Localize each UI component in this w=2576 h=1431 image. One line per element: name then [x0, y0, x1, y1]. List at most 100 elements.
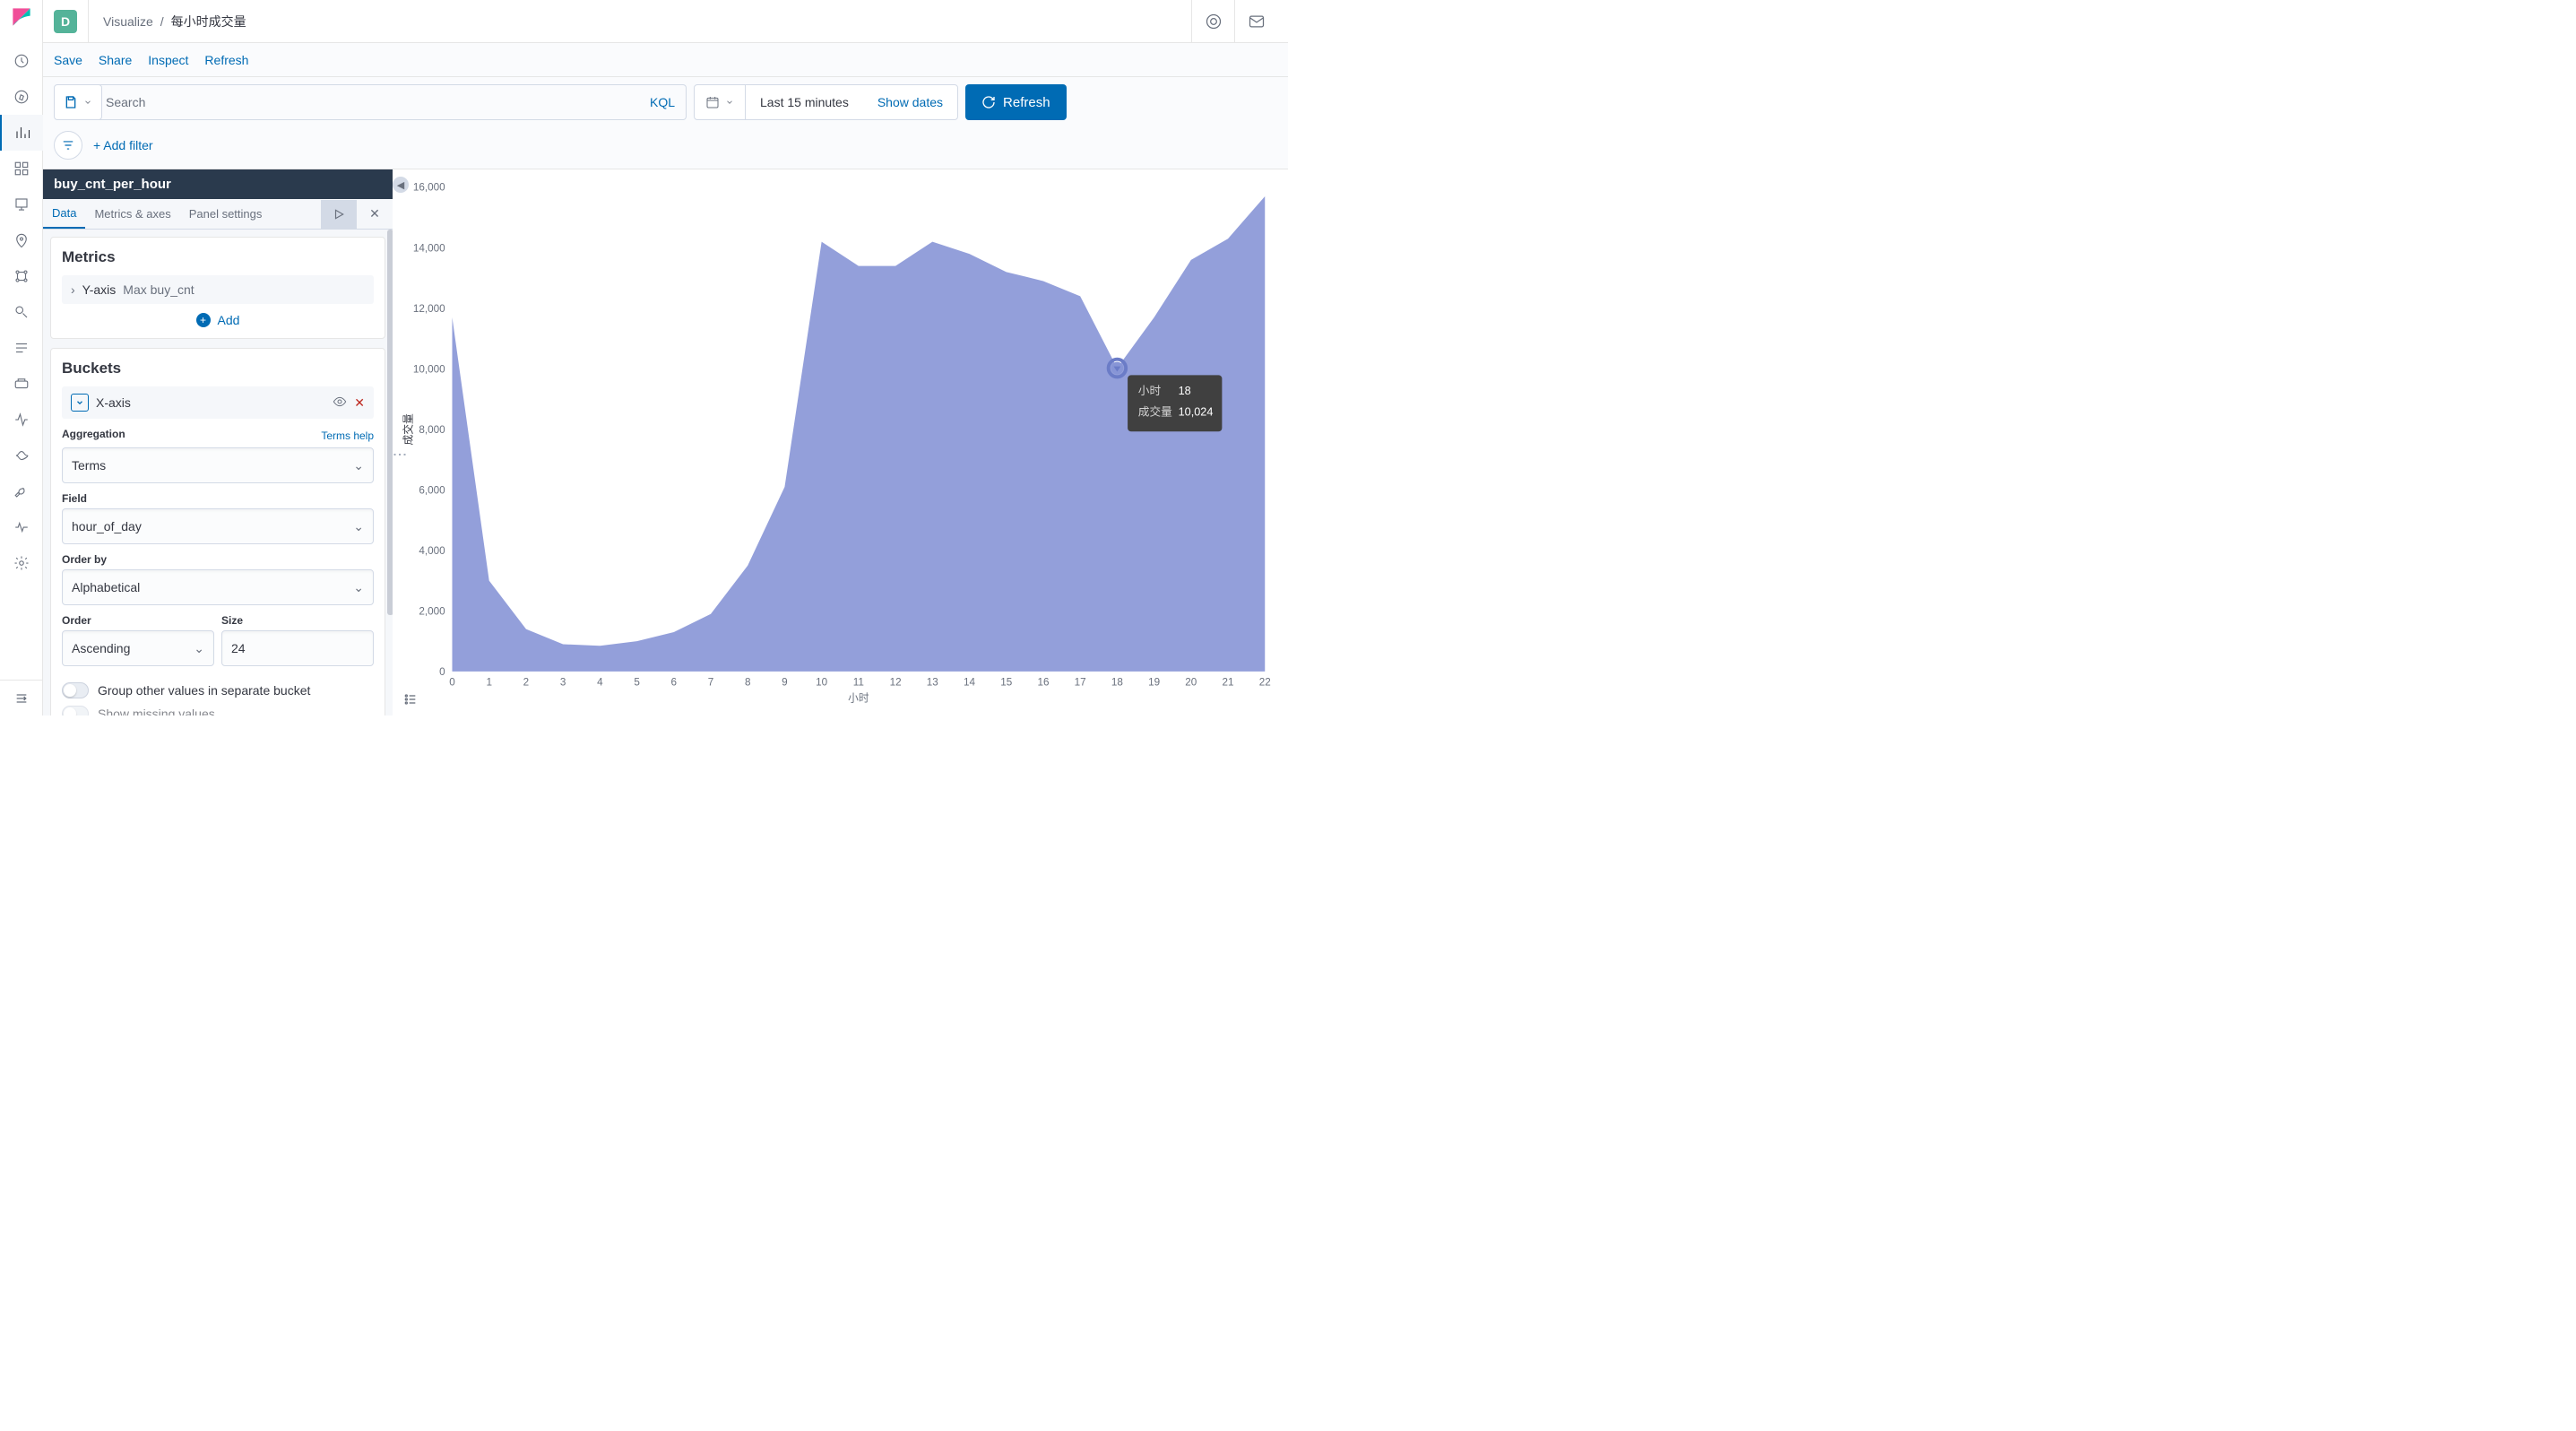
add-filter-button[interactable]: + Add filter	[93, 138, 153, 152]
query-bar: Search KQL Last 15 minutes Show dates Re…	[43, 77, 1288, 127]
aggregation-label: Aggregation	[62, 428, 125, 440]
delete-bucket-icon[interactable]: ✕	[354, 395, 365, 411]
nav-maps-icon[interactable]	[0, 222, 43, 258]
discard-changes-icon[interactable]: ✕	[357, 200, 393, 229]
toggle-icon	[62, 706, 89, 716]
group-other-toggle[interactable]: Group other values in separate bucket	[62, 682, 374, 698]
chevron-down-icon: ⌄	[353, 458, 364, 473]
add-metric-label: Add	[218, 313, 240, 327]
kibana-logo[interactable]	[12, 7, 31, 27]
size-input[interactable]: 24	[221, 630, 374, 666]
share-button[interactable]: Share	[99, 53, 132, 67]
field-select[interactable]: hour_of_day ⌄	[62, 508, 374, 544]
date-quick-button[interactable]	[695, 85, 746, 119]
svg-text:20: 20	[1185, 677, 1197, 689]
svg-text:10,024: 10,024	[1179, 405, 1214, 419]
legend-toggle-icon[interactable]	[400, 689, 421, 710]
svg-text:5: 5	[634, 677, 640, 689]
nav-devtools-icon[interactable]	[0, 473, 43, 509]
show-dates-button[interactable]: Show dates	[863, 95, 957, 109]
metric-agg-value: Max buy_cnt	[123, 282, 194, 297]
index-pattern-header[interactable]: buy_cnt_per_hour	[43, 169, 393, 199]
search-input[interactable]: Search KQL	[95, 84, 687, 120]
svg-text:18: 18	[1179, 384, 1191, 397]
nav-infra-icon[interactable]	[0, 294, 43, 330]
save-button[interactable]: Save	[54, 53, 82, 67]
show-missing-toggle[interactable]: Show missing values	[62, 706, 374, 716]
nav-ml-icon[interactable]	[0, 258, 43, 294]
aggregation-value: Terms	[72, 458, 106, 473]
collapse-nav-icon[interactable]	[0, 680, 43, 716]
index-pattern-label: buy_cnt_per_hour	[54, 177, 171, 192]
chevron-down-icon: ⌄	[194, 641, 204, 656]
svg-text:4,000: 4,000	[419, 545, 445, 557]
breadcrumb-current: 每小时成交量	[171, 13, 246, 30]
side-nav	[0, 0, 43, 716]
nav-dashboard-icon[interactable]	[0, 151, 43, 186]
breadcrumb-app[interactable]: Visualize	[103, 14, 153, 29]
chevron-right-icon: ›	[71, 282, 75, 297]
newsfeed-icon[interactable]	[1234, 0, 1277, 43]
nav-management-icon[interactable]	[0, 545, 43, 581]
plus-circle-icon: +	[196, 313, 211, 327]
svg-text:8: 8	[745, 677, 751, 689]
terms-help-link[interactable]: Terms help	[321, 429, 374, 442]
add-metric-button[interactable]: + Add	[62, 313, 374, 327]
bucket-xaxis-row[interactable]: X-axis ✕	[62, 386, 374, 419]
refresh-link[interactable]: Refresh	[204, 53, 248, 67]
area-chart[interactable]: 02,0004,0006,0008,00010,00012,00014,0001…	[400, 178, 1274, 716]
topbar: D Visualize / 每小时成交量	[43, 0, 1288, 43]
svg-text:16: 16	[1037, 677, 1049, 689]
tab-metrics-axes[interactable]: Metrics & axes	[85, 200, 179, 228]
inspect-button[interactable]: Inspect	[148, 53, 188, 67]
metric-yaxis-row[interactable]: › Y-axis Max buy_cnt	[62, 275, 374, 304]
help-icon[interactable]	[1191, 0, 1234, 43]
orderby-value: Alphabetical	[72, 580, 140, 594]
toggle-icon	[62, 682, 89, 698]
date-range-text[interactable]: Last 15 minutes	[746, 95, 863, 109]
svg-text:21: 21	[1223, 677, 1234, 689]
svg-text:6: 6	[671, 677, 678, 689]
svg-text:12,000: 12,000	[413, 303, 445, 315]
search-placeholder: Search	[106, 95, 145, 109]
kql-toggle[interactable]: KQL	[650, 95, 675, 109]
tab-panel-settings[interactable]: Panel settings	[180, 200, 272, 228]
order-value: Ascending	[72, 641, 130, 655]
size-value: 24	[231, 641, 246, 655]
nav-monitoring-icon[interactable]	[0, 509, 43, 545]
orderby-label: Order by	[62, 553, 374, 566]
svg-text:0: 0	[439, 666, 445, 678]
svg-text:14,000: 14,000	[413, 242, 445, 254]
svg-text:1: 1	[486, 677, 492, 689]
svg-text:14: 14	[964, 677, 975, 689]
filter-menu-icon[interactable]	[54, 131, 82, 160]
svg-text:3: 3	[560, 677, 566, 689]
svg-text:10,000: 10,000	[413, 363, 445, 375]
nav-visualize-icon[interactable]	[0, 115, 43, 151]
chart-options-icon[interactable]: ⋮	[391, 447, 408, 461]
svg-text:成交量: 成交量	[1138, 405, 1172, 419]
svg-text:19: 19	[1148, 677, 1160, 689]
space-selector[interactable]: D	[54, 10, 77, 33]
nav-recent-icon[interactable]	[0, 43, 43, 79]
action-toolbar: Save Share Inspect Refresh	[43, 43, 1288, 77]
apply-changes-icon[interactable]	[321, 200, 357, 229]
filter-bar: + Add filter	[43, 127, 1288, 169]
nav-discover-icon[interactable]	[0, 79, 43, 115]
nav-canvas-icon[interactable]	[0, 186, 43, 222]
svg-text:12: 12	[890, 677, 902, 689]
toggle-visibility-icon[interactable]	[333, 395, 347, 412]
svg-text:小时: 小时	[1138, 384, 1162, 397]
metrics-title: Metrics	[62, 248, 374, 266]
nav-uptime-icon[interactable]	[0, 402, 43, 438]
order-select[interactable]: Ascending ⌄	[62, 630, 214, 666]
tab-data[interactable]: Data	[43, 199, 85, 229]
nav-apm-icon[interactable]	[0, 366, 43, 402]
svg-text:小时: 小时	[848, 692, 869, 704]
orderby-select[interactable]: Alphabetical ⌄	[62, 569, 374, 605]
bucket-axis-label: X-axis	[96, 395, 131, 410]
aggregation-select[interactable]: Terms ⌄	[62, 447, 374, 483]
refresh-button[interactable]: Refresh	[965, 84, 1067, 120]
nav-logs-icon[interactable]	[0, 330, 43, 366]
nav-siem-icon[interactable]	[0, 438, 43, 473]
